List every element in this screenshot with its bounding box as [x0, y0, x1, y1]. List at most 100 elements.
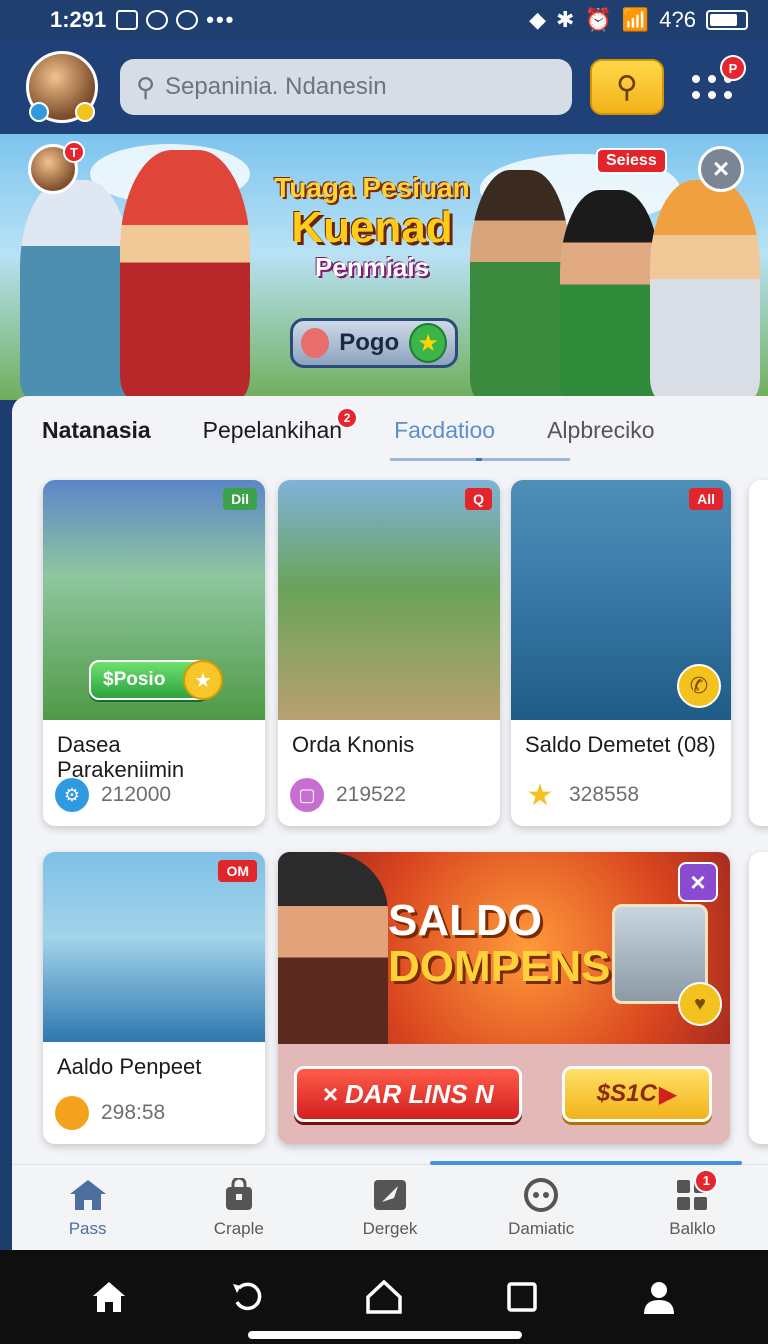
nav-badge: 1: [694, 1168, 719, 1193]
game-card-title: Dasea Parakeniimin: [57, 732, 185, 783]
heart-icon: ♥: [694, 992, 706, 1015]
banner-title: Tuaga Pesiuan Kuenad Penmiais: [262, 172, 482, 283]
favorite-button[interactable]: ♥: [678, 982, 722, 1026]
star-icon: ★: [183, 660, 223, 700]
game-card-value: 219522: [336, 783, 407, 806]
nav-item-pass[interactable]: Pass: [12, 1165, 163, 1250]
gem-icon: ▢: [290, 778, 324, 812]
back-icon[interactable]: [226, 1277, 266, 1317]
search-button[interactable]: ⚲: [590, 59, 664, 115]
recents-icon[interactable]: [502, 1277, 542, 1317]
promo-heading-line1: SALDO: [388, 896, 542, 945]
game-card-meta: 298:58: [55, 1096, 165, 1130]
banner-avatar-badge: T: [63, 141, 85, 163]
star-icon: ★: [526, 778, 554, 812]
nav-item-dergek[interactable]: Dergek: [314, 1165, 465, 1250]
notification-icon: [116, 10, 139, 30]
tab-pepelankihan[interactable]: Pepelankihan 2: [203, 406, 359, 444]
banner-play-label: Pogo: [339, 329, 400, 356]
nav-item-balklo[interactable]: 1 Balklo: [617, 1165, 768, 1250]
home-outline-icon[interactable]: [364, 1277, 404, 1317]
wifi-icon: 📶: [621, 7, 650, 32]
status-time: 1:291: [50, 7, 107, 32]
game-card-peek[interactable]: [749, 480, 768, 826]
nav-label: Dergek: [362, 1218, 418, 1238]
star-icon: ★: [409, 323, 447, 363]
arrow-right-icon: ▶: [658, 1080, 678, 1108]
content-panel: Natanasia Pepelankihan 2 Facdatioo Alpbr…: [12, 396, 768, 1166]
gesture-bar[interactable]: [248, 1331, 522, 1339]
promo-card[interactable]: SALDO DOMPENS ♥ × × DAR LINS N $S1C ▶: [278, 852, 730, 1144]
battery-text: 4?6: [659, 7, 696, 32]
app-header: ⚲ Sepaninia. Ndanesin ⚲ P: [0, 40, 768, 134]
banner-avatar[interactable]: T: [28, 141, 85, 194]
nav-label: Craple: [213, 1218, 264, 1238]
promo-secondary-button[interactable]: $S1C ▶: [562, 1066, 712, 1122]
coin-icon: [55, 1096, 89, 1130]
close-icon: ×: [712, 153, 730, 184]
call-button[interactable]: ✆: [677, 664, 721, 708]
game-card-meta: ▢ 219522: [290, 778, 406, 812]
bluetooth-icon: ✱: [556, 7, 575, 32]
hero-character-3: [470, 170, 570, 400]
tab-underline: [390, 458, 570, 461]
nav-item-craple[interactable]: Craple: [163, 1165, 314, 1250]
battery-icon: [706, 10, 748, 30]
game-card-image: Q: [278, 480, 500, 720]
search-input[interactable]: ⚲ Sepaninia. Ndanesin: [120, 59, 572, 115]
magnifier-icon: ⚲: [616, 70, 638, 104]
sync-icon: [146, 10, 169, 30]
hero-banner[interactable]: T Tuaga Pesiuan Kuenad Penmiais Pogo ★ S…: [0, 134, 768, 400]
card-play-button[interactable]: $Posio ★: [89, 660, 223, 700]
banner-title-line2: Kuenad: [291, 203, 453, 252]
tab-facdatioo[interactable]: Facdatioo: [394, 417, 495, 444]
profile-avatar[interactable]: [26, 51, 98, 123]
promo-hero: [278, 852, 388, 1044]
coin-icon: [75, 102, 95, 122]
grid-icon: 1: [672, 1168, 719, 1213]
compass-icon: [370, 1177, 410, 1213]
hero-character-2: [120, 150, 250, 400]
status-bar: 1:291 ••• ◆ ✱ ⏰ 📶 4?6: [0, 0, 768, 40]
game-card[interactable]: All ✆ Saldo Demetet (08) ★ 328558: [511, 480, 731, 826]
banner-tag[interactable]: Seiess: [596, 148, 667, 174]
user-icon[interactable]: [639, 1277, 679, 1317]
alarm-icon: ⏰: [584, 7, 612, 32]
tab-natanasia[interactable]: Natanasia: [42, 417, 151, 444]
promo-actions: × DAR LINS N $S1C ▶: [278, 1044, 730, 1144]
game-card-tag: Q: [465, 488, 492, 510]
menu-badge: P: [720, 55, 746, 81]
promo-primary-button[interactable]: × DAR LINS N: [294, 1066, 522, 1122]
system-home-icon[interactable]: [89, 1277, 129, 1317]
tab-pepelankihan-badge: 2: [336, 406, 359, 429]
banner-play-button[interactable]: Pogo ★: [290, 318, 458, 368]
bottom-navigation: Pass Craple Dergek Damiatic 1 Balklo: [12, 1161, 768, 1250]
game-card-title: Saldo Demetet (08): [525, 732, 716, 757]
phone-icon: ✆: [689, 673, 709, 698]
menu-button[interactable]: P: [692, 55, 746, 107]
game-card-title: Aaldo Penpeet: [57, 1054, 202, 1079]
system-navigation-bar: [0, 1250, 768, 1344]
game-card-value: 298:58: [101, 1101, 166, 1124]
hero-character-1: [20, 180, 130, 400]
game-card-peek[interactable]: [749, 852, 768, 1144]
search-placeholder: Sepaninia. Ndanesin: [165, 73, 387, 100]
game-card[interactable]: OM Aaldo Penpeet 298:58: [43, 852, 265, 1144]
promo-secondary-label: $S1C: [596, 1080, 657, 1107]
game-card-tag: All: [689, 488, 723, 510]
hero-character-4: [560, 190, 660, 400]
tab-alpbreciko[interactable]: Alpbreciko: [547, 417, 654, 444]
card-play-label: $Posio: [103, 669, 166, 690]
game-card[interactable]: Dil $Posio ★ Dasea Parakeniimin ⚙ 212000: [43, 480, 265, 826]
game-card-value: 328558: [569, 783, 640, 806]
game-card-image: OM: [43, 852, 265, 1042]
promo-image: SALDO DOMPENS ♥ ×: [278, 852, 730, 1044]
nav-label: Pass: [68, 1218, 107, 1238]
game-card-meta: ⚙ 212000: [55, 778, 171, 812]
banner-title-line1: Tuaga Pesiuan: [274, 172, 470, 203]
nav-item-damiatic[interactable]: Damiatic: [466, 1165, 617, 1250]
promo-close-button[interactable]: ×: [678, 862, 718, 902]
game-card[interactable]: Q Orda Knonis ▢ 219522: [278, 480, 500, 826]
hero-character-5: [650, 180, 760, 400]
banner-close-button[interactable]: ×: [698, 146, 744, 192]
